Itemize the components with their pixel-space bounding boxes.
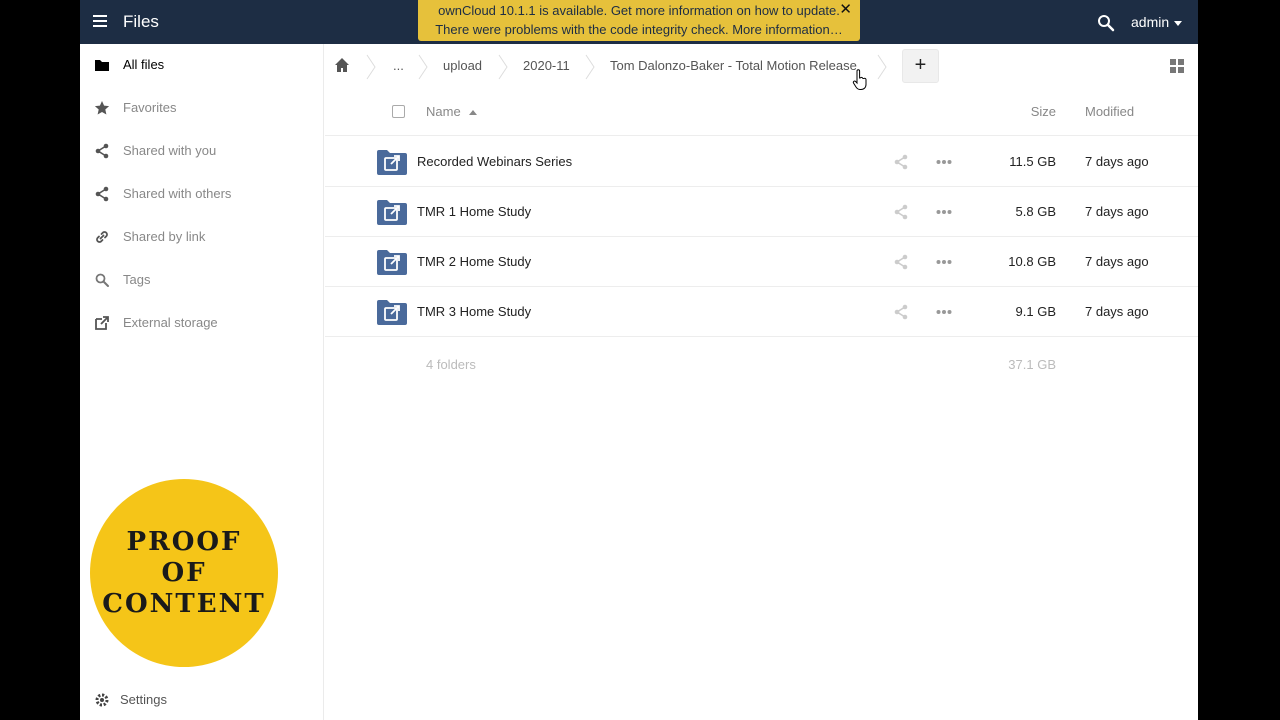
sidebar-item-shared-with-others[interactable]: Shared with others (80, 173, 324, 216)
chevron-right-icon (418, 54, 428, 80)
column-name-label: Name (426, 104, 461, 119)
sidebar-item-label: Favorites (123, 100, 177, 115)
column-name-header[interactable]: Name (426, 104, 477, 119)
column-modified-header[interactable]: Modified (1085, 104, 1134, 119)
shared-folder-icon (377, 150, 407, 175)
breadcrumb-item-upload[interactable]: upload (443, 58, 482, 73)
filelist-header: Name Size Modified (325, 88, 1198, 136)
sidebar-item-external-storage[interactable]: External storage (80, 302, 324, 345)
sidebar-item-favorites[interactable]: Favorites (80, 87, 324, 130)
sidebar-item-shared-with-you[interactable]: Shared with you (80, 130, 324, 173)
more-actions-icon[interactable] (936, 259, 952, 265)
sidebar-item-label: Shared with others (123, 186, 232, 201)
sidebar-item-shared-by-link[interactable]: Shared by link (80, 216, 324, 259)
integrity-check-text[interactable]: There were problems with the code integr… (418, 20, 860, 39)
settings-label: Settings (120, 692, 167, 707)
app-title: Files (123, 12, 159, 31)
chevron-right-icon (585, 54, 595, 80)
close-icon[interactable]: ✕ (839, 0, 852, 19)
more-actions-icon[interactable] (936, 159, 952, 165)
breadcrumb-item-current[interactable]: Tom Dalonzo-Baker - Total Motion Release (610, 58, 857, 73)
new-button[interactable]: + (902, 49, 939, 83)
share-icon[interactable] (893, 304, 909, 320)
home-icon[interactable] (334, 57, 350, 73)
more-actions-icon[interactable] (936, 209, 952, 215)
update-available-text[interactable]: ownCloud 10.1.1 is available. Get more i… (418, 1, 860, 20)
share-icon[interactable] (893, 254, 909, 270)
link-icon (96, 231, 108, 243)
share-icon[interactable] (893, 154, 909, 170)
file-modified: 7 days ago (1085, 204, 1149, 219)
shared-folder-icon (377, 300, 407, 325)
grid-view-icon[interactable] (1169, 58, 1185, 74)
search-icon[interactable] (1096, 13, 1116, 33)
sidebar-item-label: All files (123, 57, 165, 72)
sidebar-item-label: Shared with you (123, 143, 217, 158)
file-row[interactable]: TMR 2 Home Study 10.8 GB 7 days ago (325, 237, 1198, 287)
owncloud-app: Files ownCloud admin ownCloud 10.1.1 is … (80, 0, 1198, 720)
folder-count: 4 folders (426, 357, 476, 372)
chevron-right-icon (498, 54, 508, 80)
breadcrumb-bar: ... upload 2020-11 Tom Dalonzo-Baker - T… (325, 44, 1198, 90)
file-name[interactable]: TMR 3 Home Study (417, 304, 531, 319)
shared-folder-icon (377, 200, 407, 225)
more-actions-icon[interactable] (936, 309, 952, 315)
select-all-checkbox[interactable] (392, 105, 405, 118)
share-icon[interactable] (893, 204, 909, 220)
breadcrumb-item-2020-11[interactable]: 2020-11 (523, 58, 570, 73)
filelist-summary: 4 folders 37.1 GB (325, 337, 1198, 393)
chevron-right-icon (366, 54, 376, 80)
sidebar-item-label: Tags (123, 272, 151, 287)
hand-cursor-icon (852, 69, 867, 90)
sidebar-item-label: External storage (123, 315, 218, 330)
file-size: 9.1 GB (1015, 304, 1056, 319)
hamburger-menu-icon[interactable] (92, 12, 110, 32)
sidebar-item-all-files[interactable]: All files (80, 44, 324, 87)
chevron-right-icon (877, 54, 887, 80)
column-size-header[interactable]: Size (1031, 104, 1056, 119)
file-row[interactable]: TMR 3 Home Study 9.1 GB 7 days ago (325, 287, 1198, 337)
share-icon (95, 186, 109, 202)
file-row[interactable]: TMR 1 Home Study 5.8 GB 7 days ago (325, 187, 1198, 237)
file-modified: 7 days ago (1085, 154, 1149, 169)
breadcrumb-ellipsis[interactable]: ... (393, 58, 404, 73)
file-row[interactable]: Recorded Webinars Series 11.5 GB 7 days … (325, 137, 1198, 187)
share-icon (95, 143, 109, 159)
shared-folder-icon (377, 250, 407, 275)
proof-of-content-badge: PROOF OF CONTENT (90, 479, 278, 667)
user-menu[interactable]: admin (1131, 14, 1183, 30)
star-icon (94, 101, 110, 115)
file-modified: 7 days ago (1085, 254, 1149, 269)
update-notification: ownCloud 10.1.1 is available. Get more i… (418, 0, 860, 41)
folder-icon (95, 60, 109, 71)
search-icon (95, 273, 109, 287)
file-size: 11.5 GB (1009, 154, 1056, 169)
file-size: 5.8 GB (1015, 204, 1056, 219)
sidebar-item-label: Shared by link (123, 229, 206, 244)
file-modified: 7 days ago (1085, 304, 1149, 319)
external-link-icon (95, 316, 109, 330)
gear-icon (95, 693, 109, 707)
user-name: admin (1131, 14, 1170, 30)
total-size: 37.1 GB (1008, 357, 1056, 372)
file-name[interactable]: Recorded Webinars Series (417, 154, 572, 169)
file-name[interactable]: TMR 2 Home Study (417, 254, 531, 269)
sidebar-item-tags[interactable]: Tags (80, 259, 324, 302)
chevron-down-icon (1174, 20, 1183, 26)
proof-of-content-text: PROOF OF CONTENT (102, 526, 266, 619)
file-size: 10.8 GB (1008, 254, 1056, 269)
sort-ascending-icon (468, 110, 477, 116)
settings-button[interactable]: Settings (80, 684, 324, 720)
file-name[interactable]: TMR 1 Home Study (417, 204, 531, 219)
